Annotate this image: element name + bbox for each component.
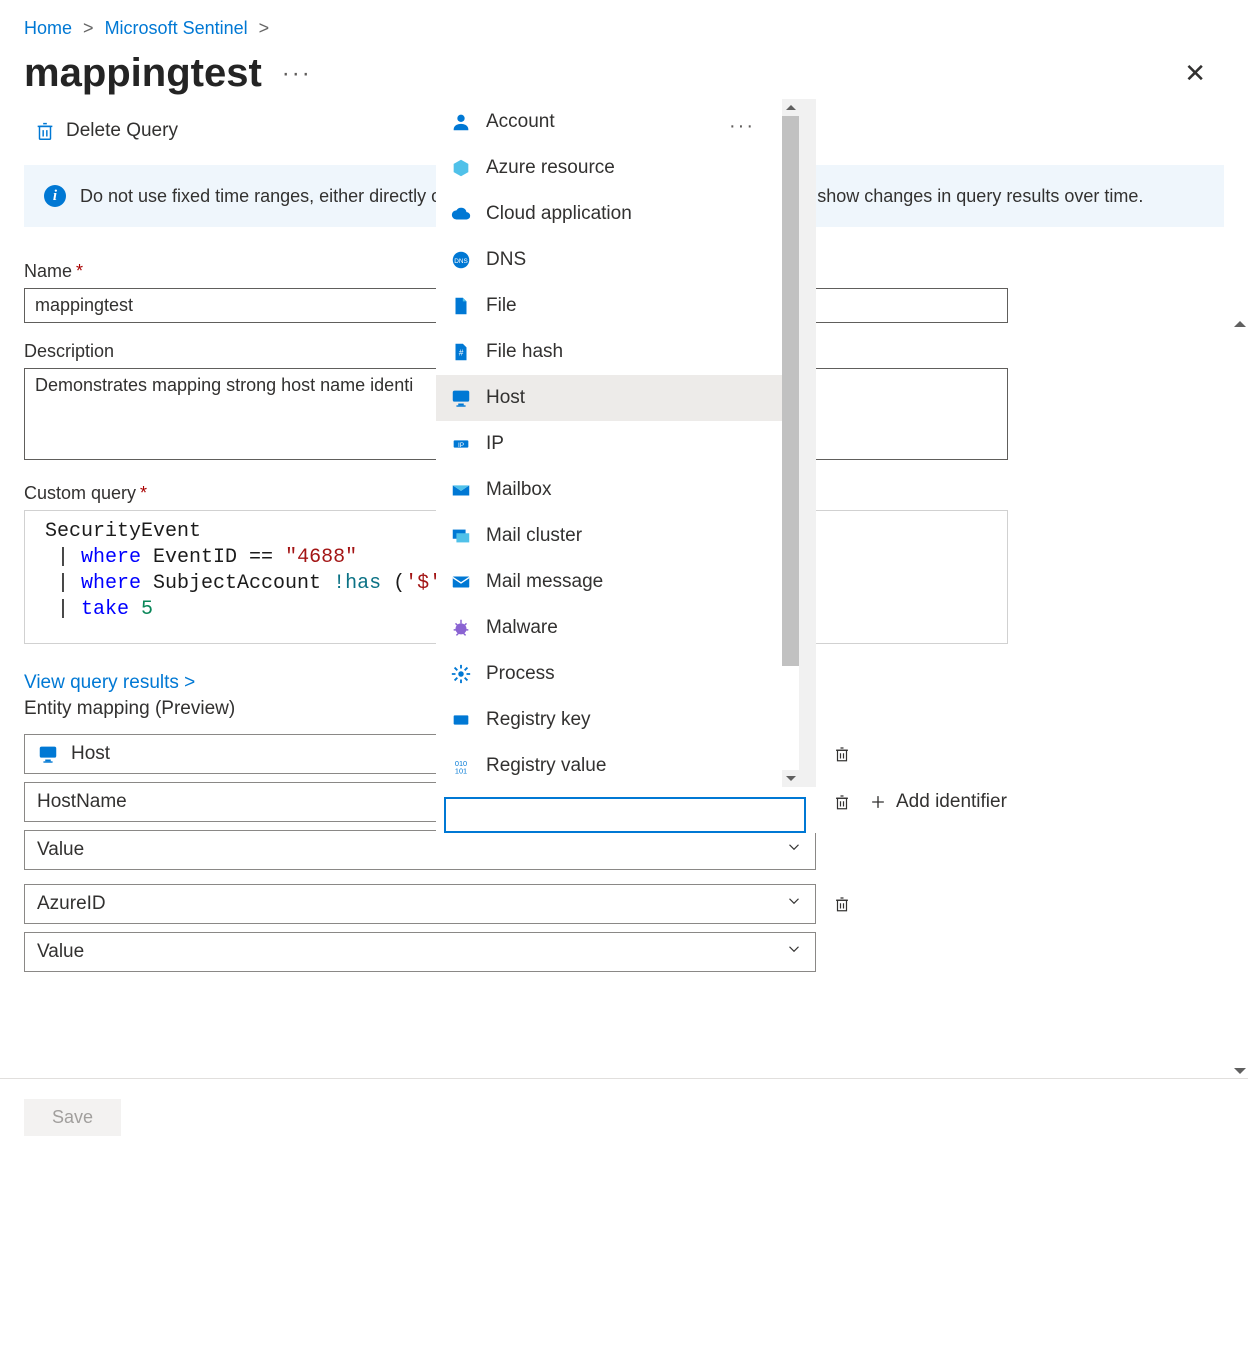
svg-text:IP: IP — [458, 442, 464, 449]
entity-option-host[interactable]: Host — [436, 375, 799, 421]
mailbox-icon — [450, 479, 472, 501]
account-icon — [450, 111, 472, 133]
delete-identifier-button[interactable] — [830, 790, 854, 814]
host-icon — [450, 387, 472, 409]
close-icon[interactable]: ✕ — [1174, 54, 1216, 93]
scrollbar-thumb[interactable] — [782, 116, 799, 666]
cloud-application-icon — [450, 203, 472, 225]
required-icon: * — [76, 261, 83, 281]
azure-resource-icon — [450, 157, 472, 179]
add-identifier-label: Add identifier — [896, 791, 1007, 813]
more-icon[interactable]: ··· — [282, 60, 312, 88]
identifier-select[interactable]: AzureID — [24, 884, 816, 924]
entity-option-label: Registry value — [486, 755, 606, 777]
breadcrumb-sep-icon: > — [83, 18, 94, 38]
entity-option-label: File — [486, 295, 517, 317]
file-hash-icon: # — [450, 341, 472, 363]
svg-text:101: 101 — [455, 766, 467, 775]
entity-option-registry-key[interactable]: Registry key — [436, 697, 799, 743]
registry-value-icon: 010101 — [450, 755, 472, 777]
entity-option-label: IP — [486, 433, 504, 455]
banner-text-right: show changes in query results over time. — [817, 186, 1143, 206]
registry-key-icon — [450, 709, 472, 731]
entity-option-azure-resource[interactable]: Azure resource — [436, 145, 799, 191]
breadcrumb-sep-icon: > — [259, 18, 270, 38]
page-title: mappingtest — [24, 51, 262, 96]
entity-option-label: Mailbox — [486, 479, 551, 501]
entity-option-label: Host — [486, 387, 525, 409]
entity-option-mail-message[interactable]: Mail message — [436, 559, 799, 605]
entity-type-value: Host — [71, 743, 110, 765]
entity-option-file-hash[interactable]: # File hash — [436, 329, 799, 375]
entity-option-label: Account — [486, 111, 555, 133]
add-identifier-button[interactable]: Add identifier — [868, 791, 1007, 813]
scroll-down-icon[interactable] — [782, 770, 799, 787]
ip-icon: IP — [450, 433, 472, 455]
file-icon — [450, 295, 472, 317]
entity-option-file[interactable]: File — [436, 283, 799, 329]
entity-option-label: Malware — [486, 617, 558, 639]
entity-option-cloud-application[interactable]: Cloud application — [436, 191, 799, 237]
svg-text:DNS: DNS — [454, 258, 468, 265]
value-select[interactable]: Value — [24, 830, 816, 870]
entity-option-dns[interactable]: DNS DNS — [436, 237, 799, 283]
entity-option-label: Mail cluster — [486, 525, 582, 547]
svg-text:#: # — [459, 349, 464, 358]
process-icon — [450, 663, 472, 685]
entity-option-label: DNS — [486, 249, 526, 271]
save-button[interactable]: Save — [24, 1099, 121, 1136]
info-icon: i — [44, 185, 66, 207]
identifier-value: HostName — [37, 791, 127, 813]
required-icon: * — [140, 483, 147, 503]
mail-cluster-icon — [450, 525, 472, 547]
entity-option-label: Cloud application — [486, 203, 632, 225]
delete-identifier-button[interactable] — [830, 892, 854, 916]
entity-option-mailbox[interactable]: Mailbox — [436, 467, 799, 513]
entity-dropdown-search-input[interactable] — [444, 797, 806, 833]
breadcrumb-home[interactable]: Home — [24, 18, 72, 38]
banner-text-left: Do not use fixed time ranges, either dir… — [80, 186, 447, 206]
delete-entity-button[interactable] — [830, 742, 854, 766]
view-query-results-link[interactable]: View query results > — [24, 672, 195, 693]
entity-option-registry-value[interactable]: 010101 Registry value — [436, 743, 799, 787]
entity-option-process[interactable]: Process — [436, 651, 799, 697]
entity-option-label: Registry key — [486, 709, 591, 731]
delete-query-label: Delete Query — [66, 120, 178, 142]
chevron-down-icon — [785, 892, 803, 916]
value-select-label: Value — [37, 941, 84, 963]
dropdown-more-icon[interactable]: ··· — [729, 115, 755, 138]
trash-icon — [34, 120, 56, 142]
entity-option-label: Process — [486, 663, 555, 685]
chevron-down-icon — [785, 940, 803, 964]
breadcrumb: Home > Microsoft Sentinel > — [0, 0, 1248, 47]
mail-message-icon — [450, 571, 472, 593]
value-select-label: Value — [37, 839, 84, 861]
entity-option-label: Azure resource — [486, 157, 615, 179]
chevron-down-icon — [785, 838, 803, 862]
host-icon — [37, 743, 59, 765]
entity-option-label: File hash — [486, 341, 563, 363]
entity-option-malware[interactable]: Malware — [436, 605, 799, 651]
scroll-up-icon[interactable] — [782, 99, 799, 116]
dns-icon: DNS — [450, 249, 472, 271]
value-select[interactable]: Value — [24, 932, 816, 972]
page-scrollbar[interactable] — [1231, 317, 1248, 1078]
breadcrumb-service[interactable]: Microsoft Sentinel — [105, 18, 248, 38]
entity-option-ip[interactable]: IP IP — [436, 421, 799, 467]
entity-option-mail-cluster[interactable]: Mail cluster — [436, 513, 799, 559]
identifier-value: AzureID — [37, 893, 106, 915]
delete-query-button[interactable]: Delete Query — [34, 120, 178, 142]
entity-type-dropdown: ··· Account Azure resource Cloud applicati… — [436, 99, 816, 833]
entity-option-label: Mail message — [486, 571, 603, 593]
plus-icon — [868, 792, 888, 812]
malware-icon — [450, 617, 472, 639]
